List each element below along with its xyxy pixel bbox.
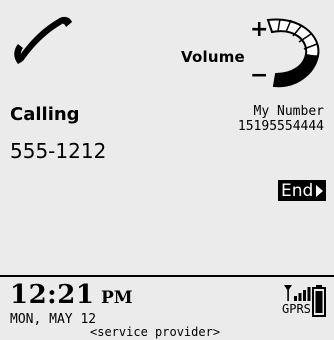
service-provider: <service provider> [90,325,221,339]
volume-minus-icon[interactable]: − [250,63,268,88]
phone-handset-icon [14,16,72,64]
end-call-label: End [281,180,314,201]
called-number: 555-1212 [10,139,107,163]
status-bar: 12:21 PM MON, MAY 12 <service provider> … [0,277,334,340]
network-type: GPRS [282,302,311,316]
clock-ampm: PM [101,288,133,308]
my-number-value: 15195554444 [237,119,324,134]
volume-dial-icon[interactable]: + − [244,14,324,90]
clock-time: 12:21 [10,280,95,310]
signal-strength-icon [284,285,311,301]
volume-plus-icon[interactable]: + [250,17,268,42]
end-call-button[interactable]: End [278,180,326,201]
volume-label: Volume [181,48,245,66]
battery-icon [312,285,326,317]
my-number-label: My Number [253,104,324,119]
arrow-right-icon [316,185,323,197]
clock-date: MON, MAY 12 [10,312,97,327]
call-status-label: Calling [10,104,80,125]
